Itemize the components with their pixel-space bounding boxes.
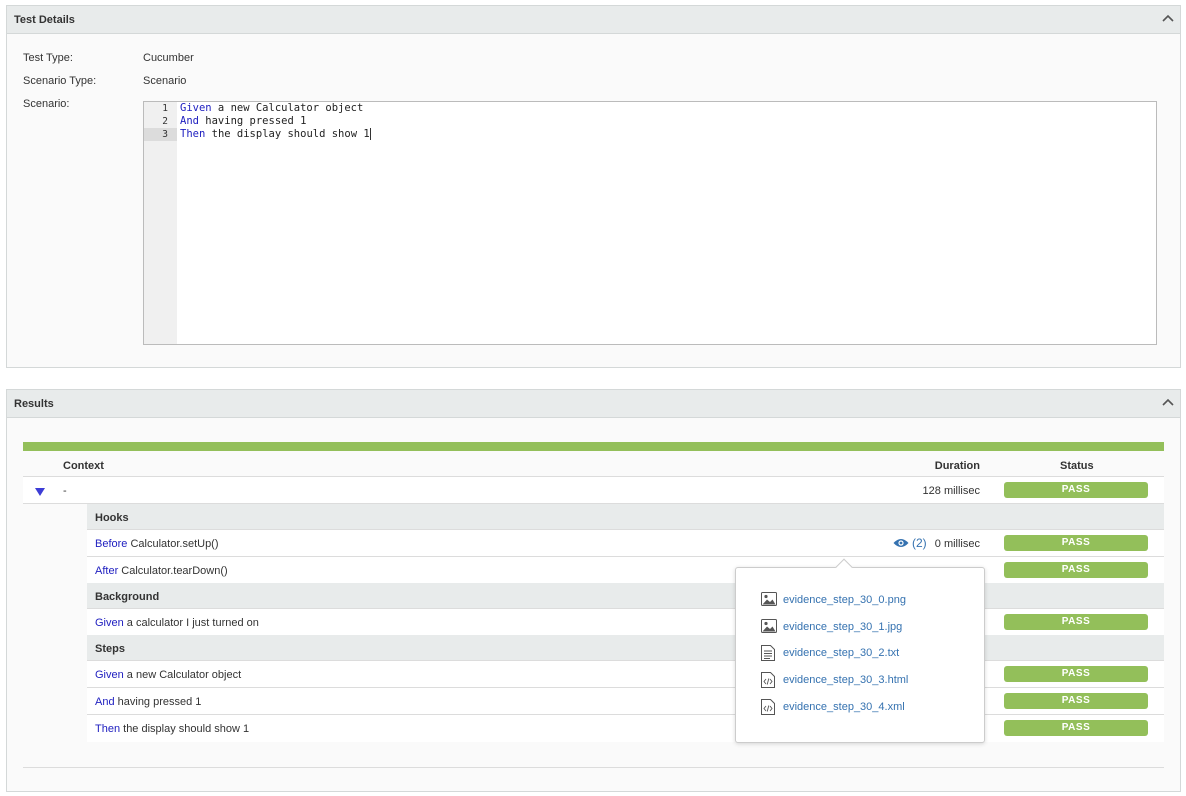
status-badge: PASS [1004,614,1148,630]
step-keyword: And [95,696,115,708]
code-file-icon [761,672,775,688]
group-header-hooks: Hooks [87,504,1164,530]
step-text: Then the display should show 1 [95,723,249,735]
step-description: Calculator.setUp() [127,538,219,550]
chevron-up-icon[interactable] [1162,14,1174,24]
detail-label: Test Type: [23,52,73,64]
step-row: Given a new Calculator object PASS [87,661,1164,688]
step-description: a calculator I just turned on [123,617,259,629]
line-number-active: 3 [144,128,177,141]
detail-value: Cucumber [143,52,194,64]
detail-label: Scenario Type: [23,75,97,87]
chevron-up-icon[interactable] [1162,398,1174,408]
line-number: 1 [162,103,168,114]
step-row: After Calculator.tearDown() PASS [87,557,1164,584]
step-row: Then the display should show 1 PASS [87,715,1164,742]
step-text: Before Calculator.setUp() [95,538,219,550]
code-line: And having pressed 1 [180,115,1156,128]
group-title: Background [95,591,160,603]
step-keyword: After [95,565,119,577]
line-number: 2 [162,116,168,127]
step-keyword: Given [95,617,124,629]
evidence-link[interactable]: evidence_step_30_2.txt [783,647,899,659]
status-badge: PASS [1004,562,1148,578]
context-label: - [63,485,67,497]
code-text: having pressed 1 [198,115,307,127]
step-text: After Calculator.tearDown() [95,565,228,577]
step-description: having pressed 1 [114,696,202,708]
evidence-link[interactable]: evidence_step_30_4.xml [783,701,905,713]
column-header-status: Status [1060,460,1094,472]
step-row: Before Calculator.setUp() (2) 0 millisec… [87,530,1164,557]
evidence-popover: evidence_step_30_0.png evidence_step_30_… [735,558,985,743]
panel-title: Test Details [14,14,75,26]
duration-value: 0 millisec [934,538,980,550]
status-badge: PASS [1004,482,1148,498]
code-keyword: And [180,115,199,127]
duration-value: 128 millisec [922,485,980,497]
image-icon [761,592,777,606]
group-title: Hooks [95,512,129,524]
results-header[interactable]: Results [7,390,1180,418]
step-description: Calculator.tearDown() [118,565,228,577]
panel-title: Results [14,398,54,410]
column-header-duration: Duration [934,460,980,472]
image-icon [761,619,777,633]
step-keyword: Then [95,723,121,735]
progress-fill-pass [23,442,1164,451]
results-progress-bar [23,442,1164,451]
detail-value: Scenario [143,75,187,87]
triangle-down-icon[interactable] [35,487,45,496]
evidence-count: (2) [912,535,927,550]
group-title: Steps [95,643,125,655]
evidence-link[interactable]: evidence_step_30_3.html [783,674,908,686]
scenario-code-editor[interactable]: 1 2 3 Given a new Calculator object And … [143,101,1157,345]
column-header-context: Context [63,460,104,472]
step-row: And having pressed 1 PASS [87,688,1164,715]
code-text: the display should show 1 [205,128,370,140]
context-row[interactable]: - 128 millisec PASS [23,477,1164,504]
detail-label: Scenario: [23,98,70,110]
code-file-icon [761,699,775,715]
status-badge: PASS [1004,666,1148,682]
table-header-row: Context Duration Status [23,451,1164,477]
step-description: a new Calculator object [123,669,242,681]
group-header-steps: Steps [87,635,1164,661]
line-number-gutter: 1 2 3 [144,102,177,344]
text-cursor [369,128,371,140]
table-bottom-divider [23,767,1164,768]
evidence-link[interactable]: evidence_step_30_1.jpg [783,621,902,633]
eye-icon [893,538,909,547]
evidence-toggle[interactable]: (2) [893,535,927,550]
code-text: a new Calculator object [211,102,364,114]
code-keyword: Then [180,128,206,140]
test-details-panel: Test Details Test Type: Cucumber Scenari… [6,5,1181,368]
code-area[interactable]: Given a new Calculator object And having… [180,102,1156,141]
step-keyword: Before [95,538,128,550]
code-line: Given a new Calculator object [180,102,1156,115]
test-details-header[interactable]: Test Details [7,6,1180,34]
text-file-icon [761,645,775,661]
code-line: Then the display should show 1 [180,128,1156,141]
status-badge: PASS [1004,535,1148,551]
evidence-link[interactable]: evidence_step_30_0.png [783,594,906,606]
results-panel: Results Context Duration Status - 128 mi… [6,389,1181,792]
group-header-background: Background [87,583,1164,609]
status-badge: PASS [1004,693,1148,709]
step-text: Given a new Calculator object [95,669,241,681]
step-row: Given a calculator I just turned on PASS [87,609,1164,636]
status-badge: PASS [1004,720,1148,736]
step-text: And having pressed 1 [95,696,201,708]
step-description: the display should show 1 [120,723,250,735]
code-keyword: Given [180,102,212,114]
step-keyword: Given [95,669,124,681]
step-text: Given a calculator I just turned on [95,617,259,629]
